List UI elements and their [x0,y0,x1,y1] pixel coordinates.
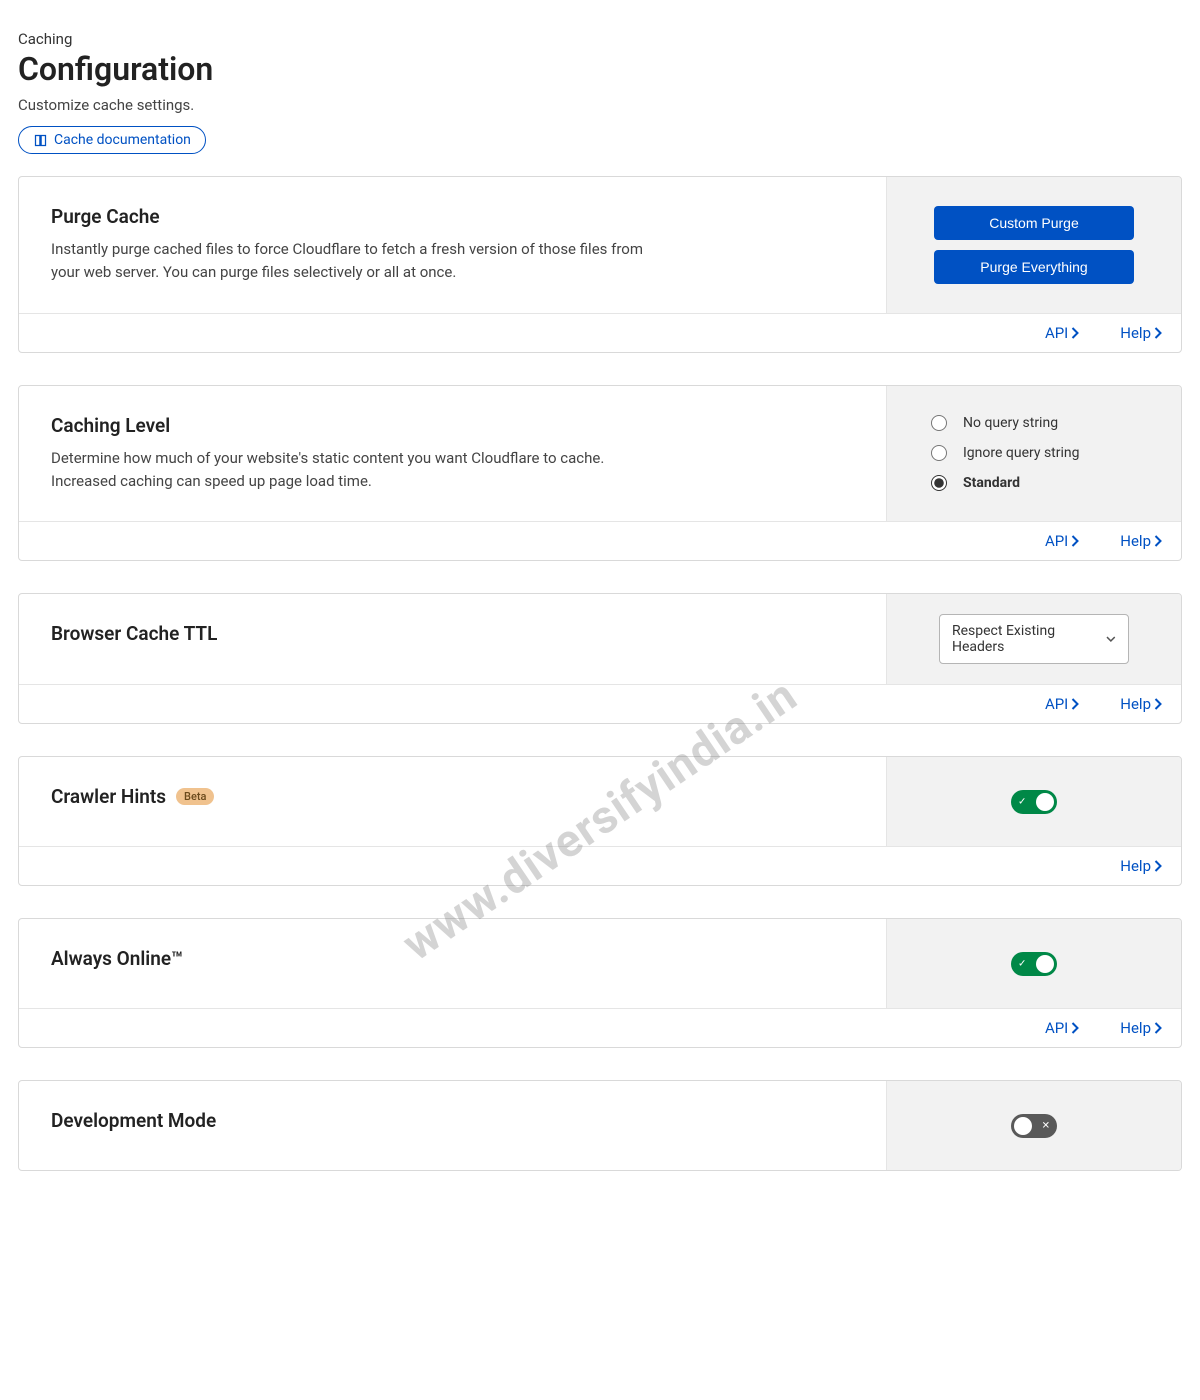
help-link[interactable]: Help [1120,695,1163,713]
card-title: Caching Level [51,414,854,437]
cache-documentation-link[interactable]: Cache documentation [18,126,206,154]
browser-cache-ttl-card: Browser Cache TTL Respect Existing Heade… [18,593,1182,724]
x-icon: ✕ [1042,1120,1050,1131]
custom-purge-button[interactable]: Custom Purge [934,206,1134,240]
card-title: Development Mode [51,1109,854,1132]
api-link[interactable]: API [1045,695,1080,713]
chevron-right-icon [1154,698,1163,710]
help-link[interactable]: Help [1120,1019,1163,1037]
caching-level-card: Caching Level Determine how much of your… [18,385,1182,562]
purge-everything-button[interactable]: Purge Everything [934,250,1134,284]
api-link[interactable]: API [1045,324,1080,342]
card-title: Purge Cache [51,205,854,228]
chevron-down-icon [1106,636,1116,642]
beta-badge: Beta [176,788,214,805]
chevron-right-icon [1071,1022,1080,1034]
ttl-select[interactable]: Respect Existing Headers [939,614,1129,664]
breadcrumb: Caching [18,30,1182,48]
page-title: Configuration [18,50,1182,88]
chevron-right-icon [1071,698,1080,710]
api-link[interactable]: API [1045,532,1080,550]
help-link[interactable]: Help [1120,532,1163,550]
check-icon: ✓ [1018,796,1026,807]
page-subtitle: Customize cache settings. [18,96,1182,114]
radio-no-query-string[interactable]: No query string [931,415,1058,431]
development-mode-card: Development Mode ✕ [18,1080,1182,1171]
crawler-hints-toggle[interactable]: ✓ [1011,790,1057,814]
purge-cache-card: Purge Cache Instantly purge cached files… [18,176,1182,353]
always-online-card: Always Online™ ✓ API Help [18,918,1182,1048]
help-link[interactable]: Help [1120,857,1163,875]
chevron-right-icon [1154,1022,1163,1034]
card-description: Determine how much of your website's sta… [51,447,651,494]
chevron-right-icon [1154,535,1163,547]
crawler-hints-card: Crawler Hints Beta ✓ Help [18,756,1182,886]
book-icon [33,133,48,148]
radio-standard[interactable]: Standard [931,475,1020,491]
card-description: Instantly purge cached files to force Cl… [51,238,651,285]
development-mode-toggle[interactable]: ✕ [1011,1114,1057,1138]
api-link[interactable]: API [1045,1019,1080,1037]
always-online-toggle[interactable]: ✓ [1011,952,1057,976]
card-title: Browser Cache TTL [51,622,854,645]
select-value: Respect Existing Headers [952,623,1106,655]
chevron-right-icon [1154,860,1163,872]
radio-ignore-query-string[interactable]: Ignore query string [931,445,1080,461]
card-title: Crawler Hints Beta [51,785,854,808]
chevron-right-icon [1071,535,1080,547]
card-title: Always Online™ [51,947,854,970]
check-icon: ✓ [1018,958,1026,969]
help-link[interactable]: Help [1120,324,1163,342]
chevron-right-icon [1154,327,1163,339]
doc-link-label: Cache documentation [54,132,191,148]
chevron-right-icon [1071,327,1080,339]
